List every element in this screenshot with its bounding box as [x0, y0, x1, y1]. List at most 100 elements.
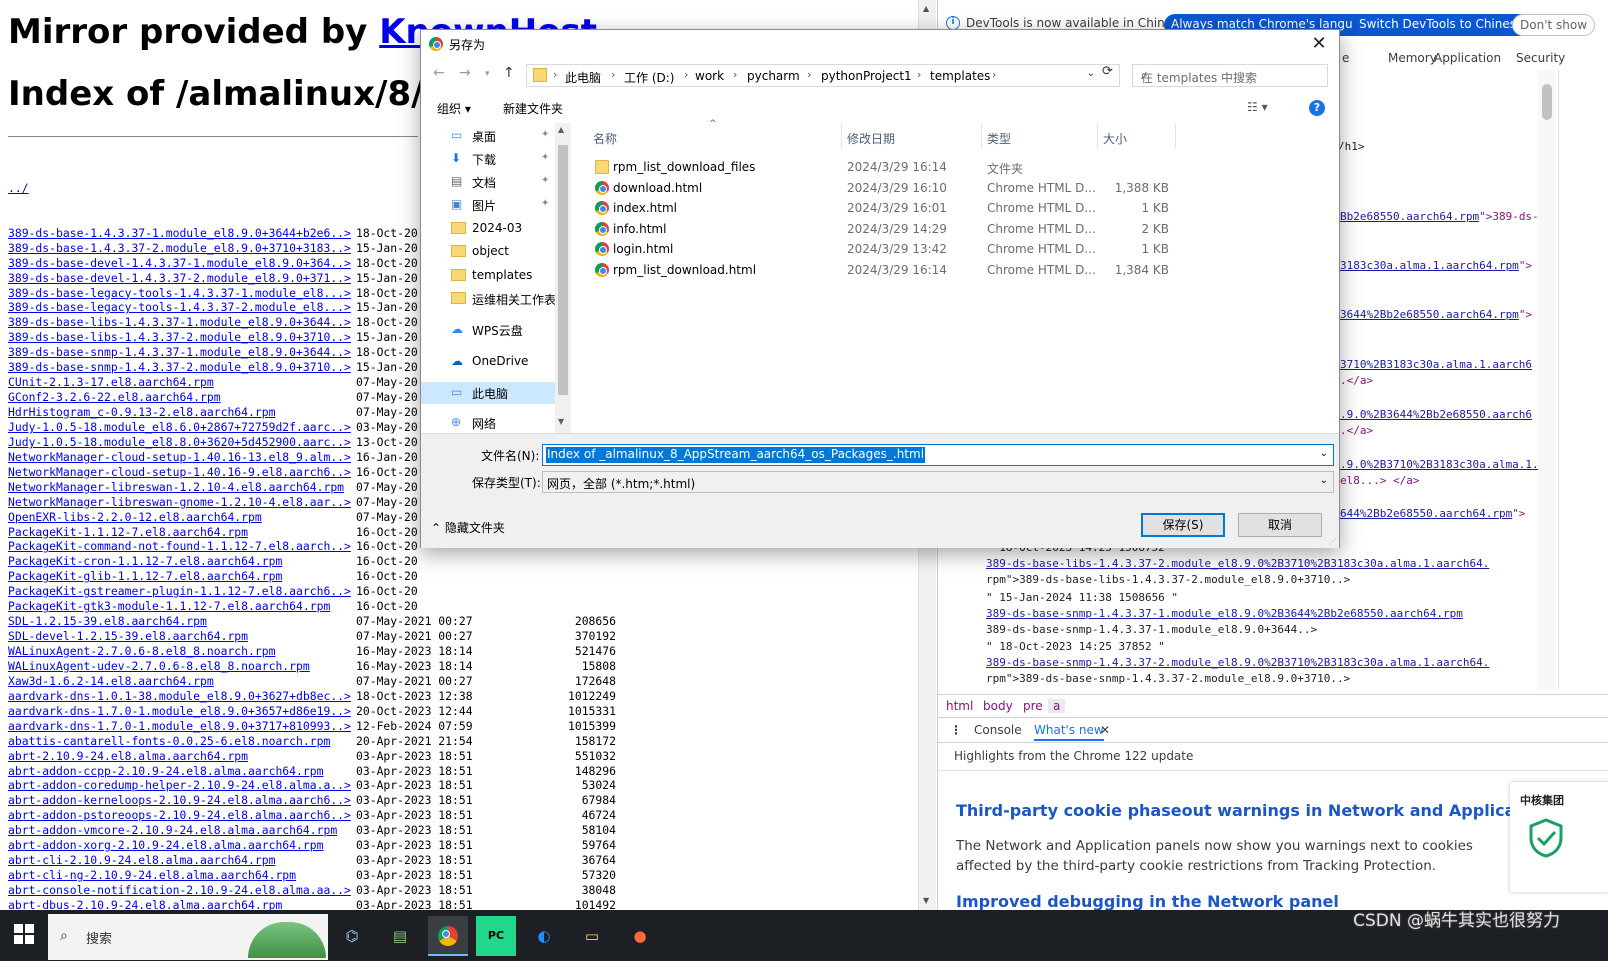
- scroll-up-arrow-icon[interactable]: ▲: [923, 4, 929, 13]
- package-link[interactable]: SDL-devel-1.2.15-39.el8.aarch64.rpm: [8, 629, 248, 644]
- save-button[interactable]: 保存(S): [1141, 513, 1225, 537]
- package-link[interactable]: 389-ds-base-devel-1.4.3.37-1.module_el8.…: [8, 256, 351, 271]
- hide-folders-toggle[interactable]: ⌃ 隐藏文件夹: [431, 519, 505, 536]
- chevron-right-icon[interactable]: ›: [611, 68, 615, 81]
- scroll-thumb[interactable]: [558, 145, 568, 395]
- package-link[interactable]: abrt-addon-vmcore-2.10.9-24.el8.alma.aar…: [8, 823, 337, 838]
- chevron-right-icon[interactable]: ›: [684, 68, 688, 81]
- elements-line[interactable]: el8...> </a>: [1340, 474, 1419, 487]
- nav-item[interactable]: ⬇ 下载 ✦: [421, 148, 556, 170]
- package-link[interactable]: Judy-1.0.5-18.module_el8.8.0+3620+5d4529…: [8, 435, 351, 450]
- path-pythonproject1[interactable]: pythonProject1: [821, 69, 912, 83]
- package-link[interactable]: 389-ds-base-snmp-1.4.3.37-2.module_el8.9…: [8, 360, 351, 375]
- filename-field[interactable]: Index of _almalinux_8_AppStream_aarch64_…: [542, 444, 1334, 466]
- package-link[interactable]: aardvark-dns-1.7.0-1.module_el8.9.0+3657…: [8, 704, 351, 719]
- elements-line[interactable]: .9.0%2B3644%2Bb2e68550.aarch6: [1340, 408, 1532, 421]
- package-link[interactable]: PackageKit-gstreamer-plugin-1.1.12-7.el8…: [8, 584, 351, 599]
- tab-whats-new[interactable]: What's new: [1034, 723, 1104, 741]
- nav-item[interactable]: ▭ 此电脑: [421, 382, 556, 404]
- pin-icon[interactable]: ✦: [541, 152, 549, 163]
- elements-line[interactable]: Bb2e68550.aarch64.rpm">389-ds-: [1340, 210, 1539, 223]
- package-link[interactable]: PackageKit-gtk3-module-1.1.12-7.el8.aarc…: [8, 599, 330, 614]
- elements-line[interactable]: .</a>: [1340, 424, 1373, 437]
- address-bar[interactable]: › 此电脑 › 工作 (D:) › work › pycharm › pytho…: [526, 64, 1120, 87]
- package-link[interactable]: Xaw3d-1.6.2-14.el8.aarch64.rpm: [8, 674, 214, 689]
- parent-link[interactable]: ../: [8, 181, 29, 196]
- taskbar-search[interactable]: ⌕ 搜索: [48, 914, 328, 960]
- nav-item[interactable]: templates: [421, 265, 556, 287]
- drawer-menu-icon[interactable]: ⋮: [950, 723, 962, 737]
- file-row[interactable]: info.html 2024/3/29 14:29 Chrome HTML D...…: [579, 219, 1279, 240]
- chevron-right-icon[interactable]: ›: [917, 68, 921, 81]
- address-dropdown-icon[interactable]: ⌄: [1087, 68, 1095, 79]
- organize-menu[interactable]: 组织 ▾: [437, 100, 471, 117]
- path-work[interactable]: work: [695, 69, 724, 83]
- elements-line[interactable]: 389-ds-base-snmp-1.4.3.37-2.module_el8.9…: [986, 656, 1489, 669]
- whats-new-heading-1[interactable]: Third-party cookie phaseout warnings in …: [956, 801, 1551, 820]
- scroll-down-icon[interactable]: ▼: [558, 417, 564, 426]
- column-divider[interactable]: [1097, 123, 1098, 149]
- chrome-taskbar-icon[interactable]: [428, 916, 468, 956]
- href-value[interactable]: .9.0%2B3710%2B3183c30a.alma.1.: [1340, 458, 1539, 471]
- package-link[interactable]: SDL-1.2.15-39.el8.aarch64.rpm: [8, 614, 207, 629]
- package-link[interactable]: CUnit-2.1.3-17.el8.aarch64.rpm: [8, 375, 214, 390]
- pin-icon[interactable]: ✦: [541, 129, 549, 140]
- elements-line[interactable]: 644%2Bb2e68550.aarch64.rpm">: [1340, 507, 1525, 520]
- package-link[interactable]: abrt-addon-coredump-helper-2.10.9-24.el8…: [8, 778, 351, 793]
- help-icon[interactable]: ?: [1309, 100, 1325, 116]
- scroll-thumb[interactable]: [1542, 84, 1552, 120]
- app-icon-5[interactable]: ◐: [524, 916, 564, 956]
- pin-icon[interactable]: ✦: [541, 175, 549, 186]
- filetype-select[interactable]: 网页，全部 (*.htm;*.html) ⌄: [542, 471, 1334, 493]
- column-divider[interactable]: [1175, 123, 1176, 149]
- package-link[interactable]: abrt-addon-ccpp-2.10.9-24.el8.alma.aarch…: [8, 764, 323, 779]
- package-link[interactable]: PackageKit-cron-1.1.12-7.el8.aarch64.rpm: [8, 554, 282, 569]
- package-link[interactable]: PackageKit-1.1.12-7.el8.aarch64.rpm: [8, 525, 248, 540]
- tab-memory[interactable]: Memory: [1388, 51, 1437, 65]
- file-row[interactable]: index.html 2024/3/29 16:01 Chrome HTML D..…: [579, 198, 1279, 219]
- column-name[interactable]: 名称: [593, 130, 617, 147]
- package-link[interactable]: aardvark-dns-1.0.1-38.module_el8.9.0+362…: [8, 689, 351, 704]
- elements-line[interactable]: rpm">389-ds-base-libs-1.4.3.37-2.module_…: [986, 573, 1350, 586]
- package-link[interactable]: abrt-addon-pstoreoops-2.10.9-24.el8.alma…: [8, 808, 351, 823]
- elements-line[interactable]: " 15-Jan-2024 11:38 1508656 ": [986, 591, 1178, 604]
- elements-line[interactable]: .</a>: [1340, 374, 1373, 387]
- elements-line[interactable]: rpm">389-ds-base-snmp-1.4.3.37-2.module_…: [986, 672, 1350, 685]
- path-this-pc[interactable]: 此电脑: [565, 69, 601, 86]
- forward-arrow-icon[interactable]: →: [459, 65, 471, 81]
- scroll-down-arrow-icon[interactable]: ▼: [923, 896, 929, 905]
- up-arrow-icon[interactable]: ↑: [503, 65, 515, 81]
- app-icon-1[interactable]: ⌬: [332, 916, 372, 956]
- column-divider[interactable]: [981, 123, 982, 149]
- elements-line[interactable]: 3644%2Bb2e68550.aarch64.rpm">: [1340, 308, 1532, 321]
- elements-line[interactable]: 389-ds-base-libs-1.4.3.37-2.module_el8.9…: [986, 557, 1489, 570]
- package-link[interactable]: abrt-addon-xorg-2.10.9-24.el8.alma.aarch…: [8, 838, 323, 853]
- package-link[interactable]: NetworkManager-cloud-setup-1.40.16-9.el8…: [8, 465, 351, 480]
- package-link[interactable]: WALinuxAgent-udev-2.7.0.6-8.el8_8.noarch…: [8, 659, 310, 674]
- tab-console[interactable]: Console: [974, 723, 1022, 737]
- chevron-right-icon[interactable]: ›: [553, 68, 557, 81]
- package-link[interactable]: 389-ds-base-devel-1.4.3.37-2.module_el8.…: [8, 271, 351, 286]
- elements-line[interactable]: 3183c30a.alma.1.aarch64.rpm">: [1340, 259, 1532, 272]
- nav-item[interactable]: ☁ OneDrive: [421, 351, 556, 373]
- whats-new-heading-2[interactable]: Improved debugging in the Network panel: [956, 892, 1339, 911]
- tab-truncated-e[interactable]: e: [1342, 51, 1349, 65]
- package-link[interactable]: 389-ds-base-1.4.3.37-2.module_el8.9.0+37…: [8, 241, 351, 256]
- scroll-up-icon[interactable]: ▲: [558, 125, 564, 134]
- recent-chevron-icon[interactable]: ▾: [485, 69, 490, 79]
- package-link[interactable]: GConf2-3.2.6-22.el8.aarch64.rpm: [8, 390, 221, 405]
- package-link[interactable]: NetworkManager-libreswan-1.2.10-4.el8.aa…: [8, 480, 344, 495]
- href-value[interactable]: .9.0%2B3644%2Bb2e68550.aarch6: [1340, 408, 1532, 421]
- column-size[interactable]: 大小: [1103, 130, 1127, 147]
- resize-grip-icon[interactable]: ⋰: [1329, 537, 1337, 546]
- package-link[interactable]: 389-ds-base-libs-1.4.3.37-1.module_el8.9…: [8, 315, 351, 330]
- tab-application[interactable]: Application: [1434, 51, 1501, 65]
- package-link[interactable]: abrt-cli-ng-2.10.9-24.el8.alma.aarch64.r…: [8, 868, 296, 883]
- package-link[interactable]: NetworkManager-libreswan-gnome-1.2.10-4.…: [8, 495, 351, 510]
- package-link[interactable]: Judy-1.0.5-18.module_el8.6.0+2867+72759d…: [8, 420, 351, 435]
- path-drive-d[interactable]: 工作 (D:): [624, 69, 674, 86]
- file-row[interactable]: download.html 2024/3/29 16:10 Chrome HTML …: [579, 178, 1279, 199]
- close-whats-new-icon[interactable]: ✕: [1100, 723, 1110, 737]
- package-link[interactable]: PackageKit-command-not-found-1.1.12-7.el…: [8, 539, 351, 554]
- pycharm-icon[interactable]: PC: [476, 916, 516, 956]
